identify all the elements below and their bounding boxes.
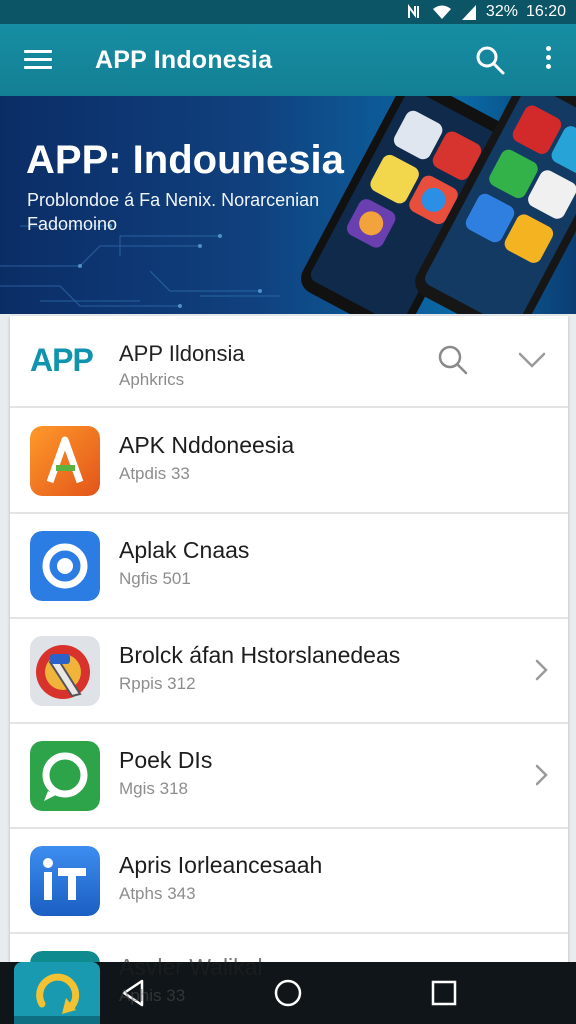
shield-icon [30,636,100,706]
chevron-right-icon[interactable] [531,656,551,684]
signal-icon [461,5,476,20]
app-title: APK Nddoneesia [119,432,295,458]
chevron-down-icon[interactable] [512,346,552,374]
chat-icon [30,741,100,811]
ring-icon [30,531,100,601]
recents-icon[interactable] [428,977,460,1009]
peek-item-title: Asvler Walikal [119,954,263,980]
app-subtitle: Rppis 312 [119,674,196,693]
app-title: APP Indonesia [95,46,273,74]
phones-illustration [301,96,576,314]
status-bar: 32% 16:20 [0,0,576,24]
it-icon [30,846,100,916]
list-item[interactable]: APK Nddoneesia Atpdis 33 [10,408,568,514]
list-header-subtitle: Aphkrics [119,370,185,389]
nfc-icon [407,3,419,18]
app-bar: APP Indonesia [0,24,576,96]
list-item[interactable]: Aplak Cnaas Ngfis 501 [10,513,568,619]
list-item[interactable]: Apris Iorleancesaah Atphs 343 [10,828,568,934]
app-title: Poek DIs [119,747,213,773]
battery-text: 32% [485,3,518,20]
app-title: Apris Iorleancesaah [119,852,323,878]
list-item[interactable]: Brolck áfan Hstorslanedeas Rppis 312 [10,618,568,724]
chevron-right-icon[interactable] [531,761,551,789]
list-header-title: APP Ildonsia [119,341,245,366]
app-subtitle: Atpdis 33 [119,464,190,483]
app-list-card: APP APP Ildonsia Aphkrics APK Nddoneesia… [10,316,568,973]
more-options-icon[interactable] [534,42,562,78]
app-subtitle: Mgis 318 [119,779,188,798]
app-subtitle: Atphs 343 [119,884,196,903]
home-icon[interactable] [272,977,304,1009]
search-icon[interactable] [435,342,471,378]
app-title: Brolck áfan Hstorslanedeas [119,642,401,668]
app-subtitle: Ngfis 501 [119,569,191,588]
refresh-app-icon[interactable] [14,962,100,1024]
promo-banner[interactable]: APP: Indounesia Problondoe á Fa Nenix. N… [0,96,576,314]
list-header[interactable]: APP APP Ildonsia Aphkrics [10,316,568,408]
peek-item-subtitle: Aphis 33 [119,986,186,1005]
wifi-icon [432,5,451,19]
app-title: Aplak Cnaas [119,537,250,563]
list-item[interactable]: Poek DIs Mgis 318 [10,723,568,829]
clock: 16:20 [525,3,566,20]
letter-a-icon [30,426,100,496]
menu-icon[interactable] [22,46,54,74]
app-logo: APP [30,342,94,378]
search-icon[interactable] [472,42,508,78]
